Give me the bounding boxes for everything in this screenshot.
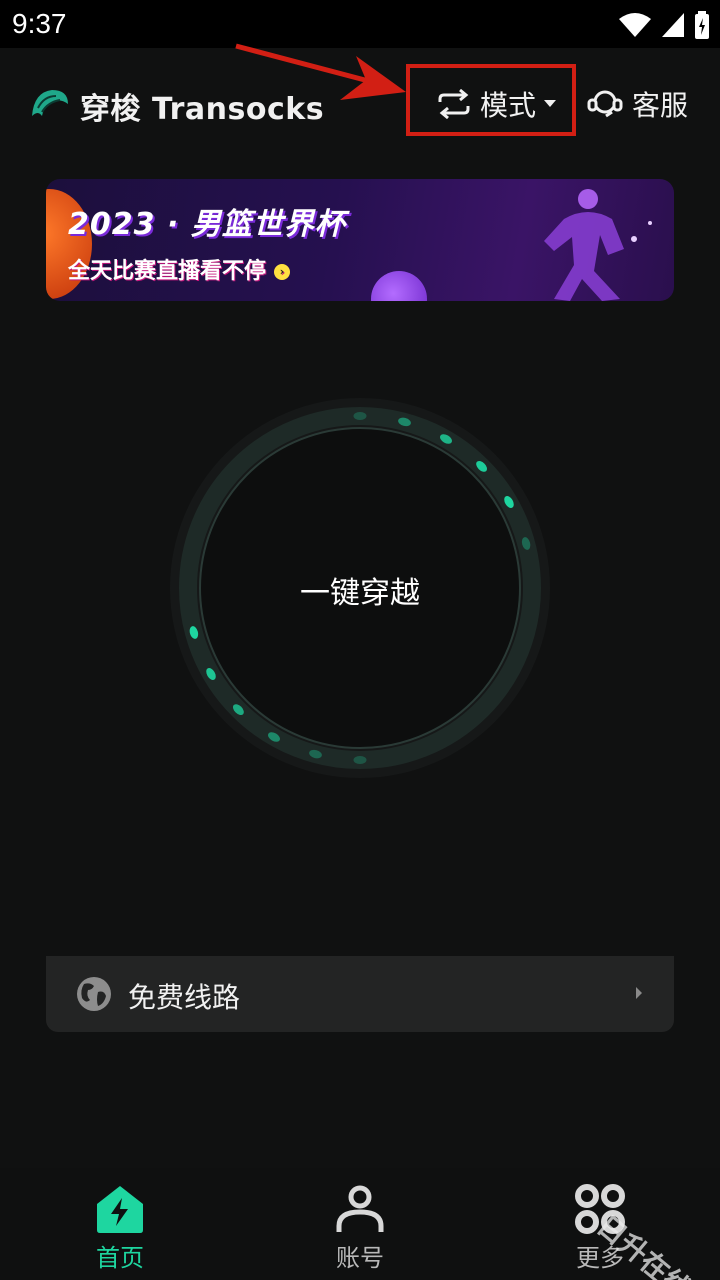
route-selector[interactable]: 免费线路 — [46, 956, 674, 1032]
customer-service-button[interactable]: 客服 — [586, 86, 688, 122]
headset-icon — [587, 90, 623, 118]
promo-banner[interactable]: 2023 · 男篮世界杯 全天比赛直播看不停 › — [46, 179, 674, 301]
globe-icon — [77, 977, 111, 1011]
banner-subtitle: 全天比赛直播看不停 › — [68, 253, 291, 285]
nav-label-home: 首页 — [96, 1244, 144, 1272]
connect-label: 一键穿越 — [300, 576, 420, 611]
ring-tick — [353, 412, 367, 420]
banner-subtitle-text: 全天比赛直播看不停 — [68, 259, 267, 284]
ring-tick — [353, 756, 367, 764]
route-label: 免费线路 — [128, 981, 241, 1014]
battery-icon — [695, 11, 709, 39]
status-time: 9:37 — [12, 8, 67, 39]
transocks-logo-icon — [32, 90, 68, 116]
status-icons — [618, 10, 710, 40]
customer-service-label: 客服 — [632, 89, 689, 122]
basketball-small-icon — [371, 271, 427, 301]
banner-arrow-icon: › — [274, 264, 291, 280]
signal-icon — [662, 13, 684, 37]
chevron-right-icon — [636, 987, 642, 999]
wifi-icon — [619, 13, 651, 37]
nav-item-account[interactable]: 账号 — [300, 1184, 420, 1274]
home-bolt-icon — [97, 1186, 143, 1233]
player-silhouette-icon — [544, 189, 652, 301]
person-icon — [336, 1185, 384, 1232]
nav-item-home[interactable]: 首页 — [60, 1184, 180, 1274]
annotation-highlight-box — [406, 64, 576, 136]
nav-label-account: 账号 — [336, 1244, 384, 1272]
annotation-arrow-icon — [235, 43, 406, 100]
banner-title: 2023 · 男篮世界杯 — [68, 207, 346, 242]
